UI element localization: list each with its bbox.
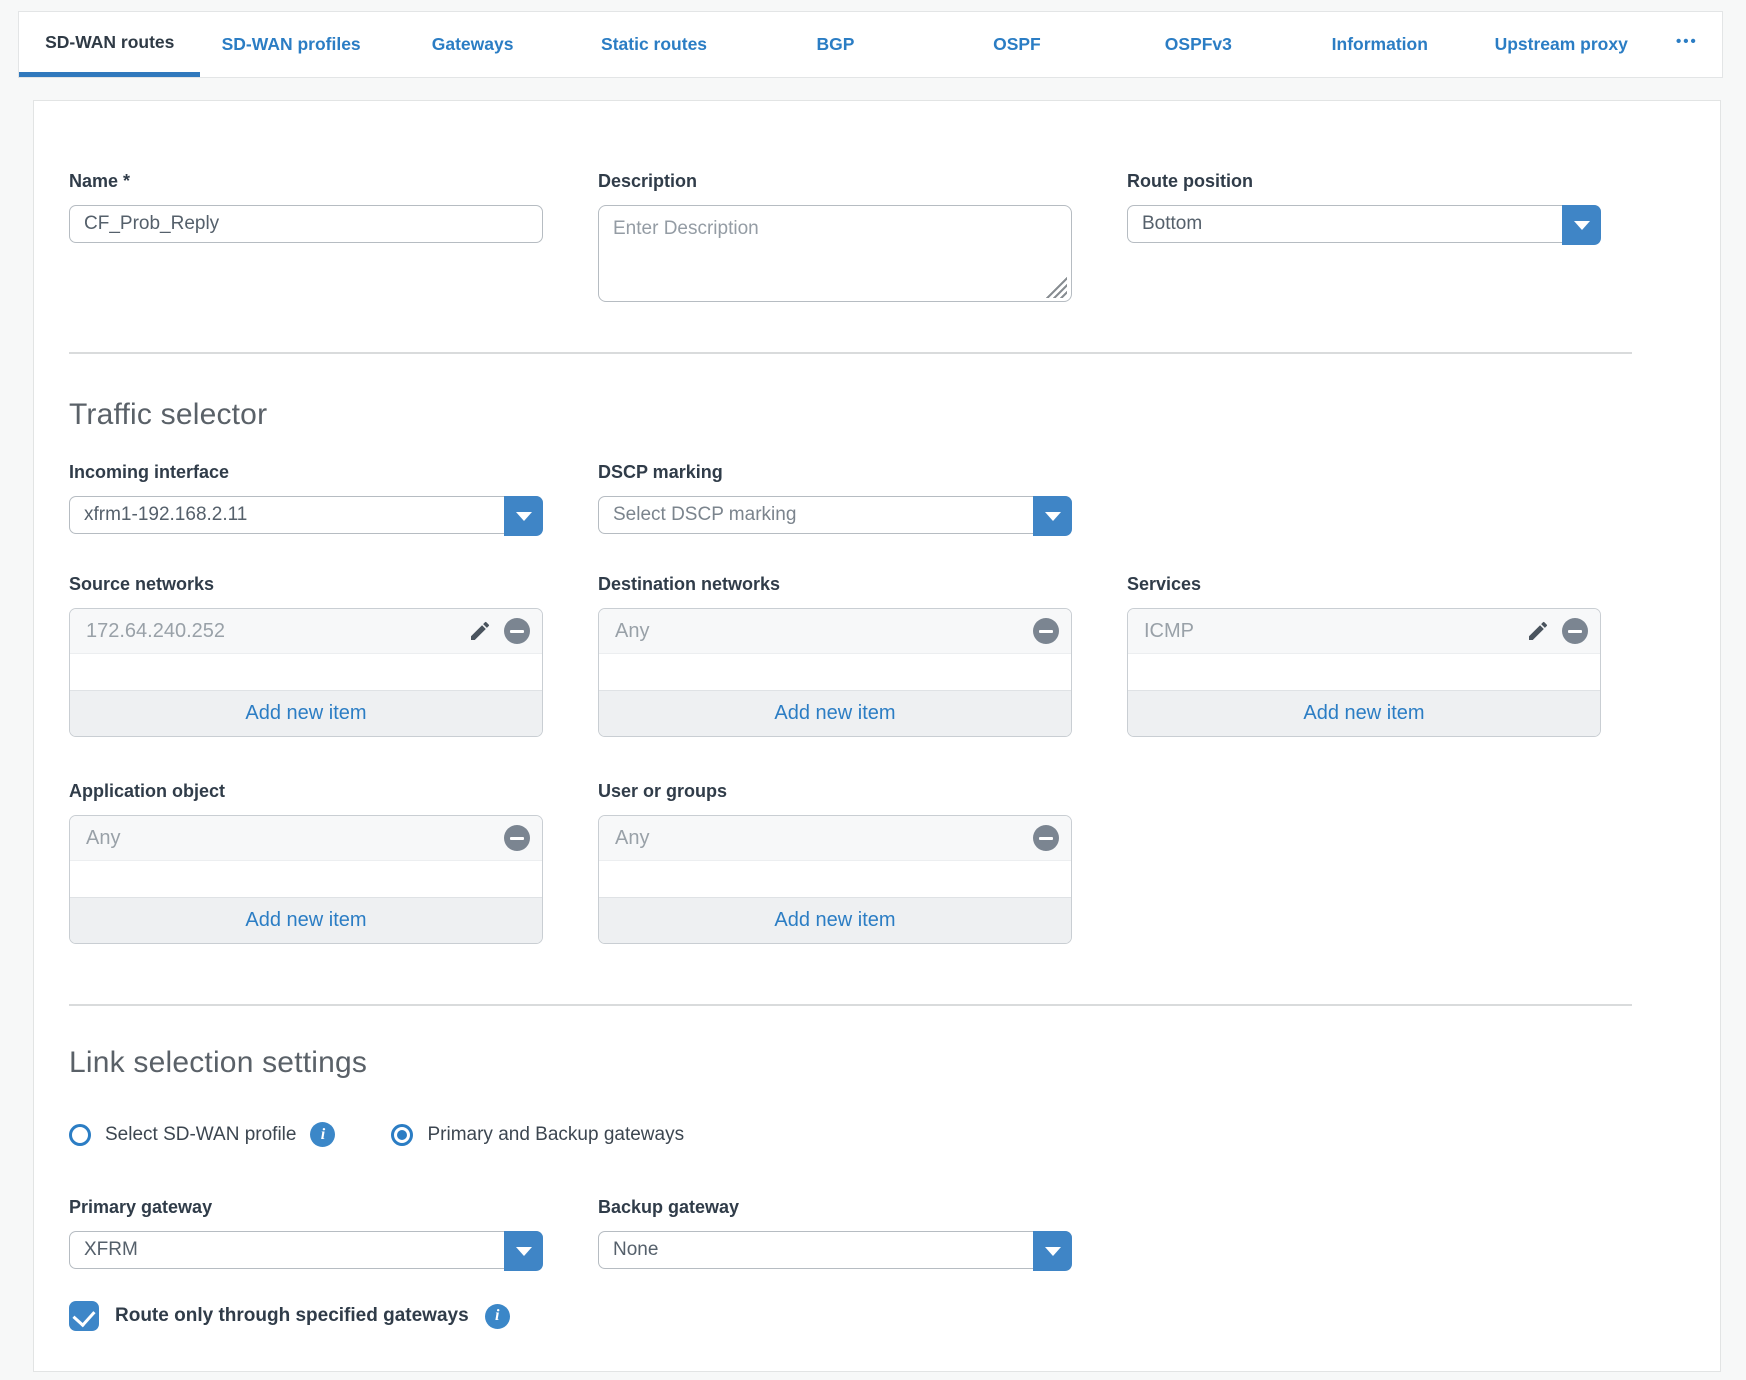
destination-networks-listbox: Any Add new item xyxy=(598,608,1072,737)
remove-icon[interactable] xyxy=(1033,825,1059,851)
dscp-marking-select[interactable]: Select DSCP marking xyxy=(598,496,1072,534)
application-object-label: Application object xyxy=(69,781,543,802)
list-item: 172.64.240.252 xyxy=(70,609,542,654)
sdwan-route-form-card: Name * Description Route position Bottom… xyxy=(33,100,1721,1372)
edit-pencil-icon[interactable] xyxy=(466,617,494,645)
list-item: ICMP xyxy=(1128,609,1600,654)
edit-pencil-icon[interactable] xyxy=(1524,617,1552,645)
tab-ospf[interactable]: OSPF xyxy=(926,12,1107,77)
tab-information[interactable]: Information xyxy=(1289,12,1470,77)
dscp-marking-value: Select DSCP marking xyxy=(599,504,1071,526)
list-spacer xyxy=(70,861,542,897)
primary-gateway-label: Primary gateway xyxy=(69,1197,543,1218)
add-new-item-label: Add new item xyxy=(245,909,366,932)
list-item: Any xyxy=(70,816,542,861)
section-divider xyxy=(69,352,1632,354)
application-users-row: Application object Any Add new item User… xyxy=(69,781,1660,944)
add-new-item-label: Add new item xyxy=(245,702,366,725)
radio-select-sdwan-profile[interactable] xyxy=(69,1124,91,1146)
section-divider xyxy=(69,1004,1632,1006)
backup-gateway-value: None xyxy=(599,1239,1071,1261)
info-icon[interactable]: i xyxy=(310,1122,335,1147)
list-item: Any xyxy=(599,816,1071,861)
user-or-groups-add-button[interactable]: Add new item xyxy=(599,897,1071,943)
add-new-item-label: Add new item xyxy=(774,702,895,725)
list-spacer xyxy=(1128,654,1600,690)
tab-upstream-proxy[interactable]: Upstream proxy xyxy=(1471,12,1652,77)
source-networks-add-button[interactable]: Add new item xyxy=(70,690,542,736)
route-only-checkbox-label[interactable]: Route only through specified gateways xyxy=(115,1305,469,1327)
remove-icon[interactable] xyxy=(504,825,530,851)
radio-primary-backup-gateways[interactable] xyxy=(391,1124,413,1146)
services-add-button[interactable]: Add new item xyxy=(1128,690,1600,736)
list-item: Any xyxy=(599,609,1071,654)
tab-gateways[interactable]: Gateways xyxy=(382,12,563,77)
route-position-select[interactable]: Bottom xyxy=(1127,205,1601,243)
tab-sdwan-profiles[interactable]: SD-WAN profiles xyxy=(200,12,381,77)
list-item-label: ICMP xyxy=(1144,620,1524,643)
list-item-label: Any xyxy=(615,827,1033,850)
general-fields-row: Name * Description Route position Bottom xyxy=(69,171,1660,307)
interface-dscp-row: Incoming interface xfrm1-192.168.2.11 DS… xyxy=(69,462,1660,534)
description-textarea[interactable] xyxy=(598,205,1072,302)
primary-gateway-select[interactable]: XFRM xyxy=(69,1231,543,1269)
radio-label[interactable]: Primary and Backup gateways xyxy=(427,1124,684,1146)
chevron-down-icon[interactable] xyxy=(1033,496,1072,536)
user-or-groups-listbox: Any Add new item xyxy=(598,815,1072,944)
radio-label[interactable]: Select SD-WAN profile xyxy=(105,1124,296,1146)
chevron-down-icon[interactable] xyxy=(1033,1231,1072,1271)
add-new-item-label: Add new item xyxy=(1303,702,1424,725)
tab-sdwan-routes[interactable]: SD-WAN routes xyxy=(19,12,200,77)
chevron-down-icon[interactable] xyxy=(504,496,543,536)
application-object-add-button[interactable]: Add new item xyxy=(70,897,542,943)
list-item-label: Any xyxy=(86,827,504,850)
services-listbox: ICMP Add new item xyxy=(1127,608,1601,737)
incoming-interface-label: Incoming interface xyxy=(69,462,543,483)
route-only-checkbox[interactable] xyxy=(69,1301,99,1331)
route-position-label: Route position xyxy=(1127,171,1601,192)
list-item-label: 172.64.240.252 xyxy=(86,620,466,643)
services-label: Services xyxy=(1127,574,1601,595)
tab-ospfv3[interactable]: OSPFv3 xyxy=(1108,12,1289,77)
remove-icon[interactable] xyxy=(504,618,530,644)
backup-gateway-select[interactable]: None xyxy=(598,1231,1072,1269)
remove-icon[interactable] xyxy=(1033,618,1059,644)
add-new-item-label: Add new item xyxy=(774,909,895,932)
application-object-listbox: Any Add new item xyxy=(69,815,543,944)
source-networks-label: Source networks xyxy=(69,574,543,595)
name-label: Name * xyxy=(69,171,543,192)
destination-networks-add-button[interactable]: Add new item xyxy=(599,690,1071,736)
routing-tab-bar: SD-WAN routes SD-WAN profiles Gateways S… xyxy=(18,11,1723,78)
backup-gateway-label: Backup gateway xyxy=(598,1197,1072,1218)
tab-static-routes[interactable]: Static routes xyxy=(563,12,744,77)
tab-bgp[interactable]: BGP xyxy=(745,12,926,77)
tabs-overflow-ellipsis-icon[interactable]: ••• xyxy=(1652,12,1722,77)
user-or-groups-label: User or groups xyxy=(598,781,1072,802)
description-label: Description xyxy=(598,171,1072,192)
destination-networks-label: Destination networks xyxy=(598,574,1072,595)
link-selection-heading: Link selection settings xyxy=(69,1046,1660,1080)
remove-icon[interactable] xyxy=(1562,618,1588,644)
list-spacer xyxy=(599,654,1071,690)
traffic-selector-heading: Traffic selector xyxy=(69,398,1660,432)
primary-gateway-value: XFRM xyxy=(70,1239,542,1261)
link-selection-radio-group: Select SD-WAN profile i Primary and Back… xyxy=(69,1122,1660,1147)
info-icon[interactable]: i xyxy=(485,1304,510,1329)
list-spacer xyxy=(599,861,1071,897)
source-networks-listbox: 172.64.240.252 Add new item xyxy=(69,608,543,737)
gateways-row: Primary gateway XFRM Backup gateway None xyxy=(69,1197,1660,1269)
networks-services-row: Source networks 172.64.240.252 Add new i… xyxy=(69,574,1660,737)
chevron-down-icon[interactable] xyxy=(1562,205,1601,245)
route-position-value: Bottom xyxy=(1128,213,1600,235)
chevron-down-icon[interactable] xyxy=(504,1231,543,1271)
route-only-checkbox-row: Route only through specified gateways i xyxy=(69,1301,1660,1331)
incoming-interface-select[interactable]: xfrm1-192.168.2.11 xyxy=(69,496,543,534)
incoming-interface-value: xfrm1-192.168.2.11 xyxy=(70,504,542,526)
dscp-marking-label: DSCP marking xyxy=(598,462,1072,483)
list-spacer xyxy=(70,654,542,690)
name-input[interactable] xyxy=(69,205,543,243)
list-item-label: Any xyxy=(615,620,1033,643)
